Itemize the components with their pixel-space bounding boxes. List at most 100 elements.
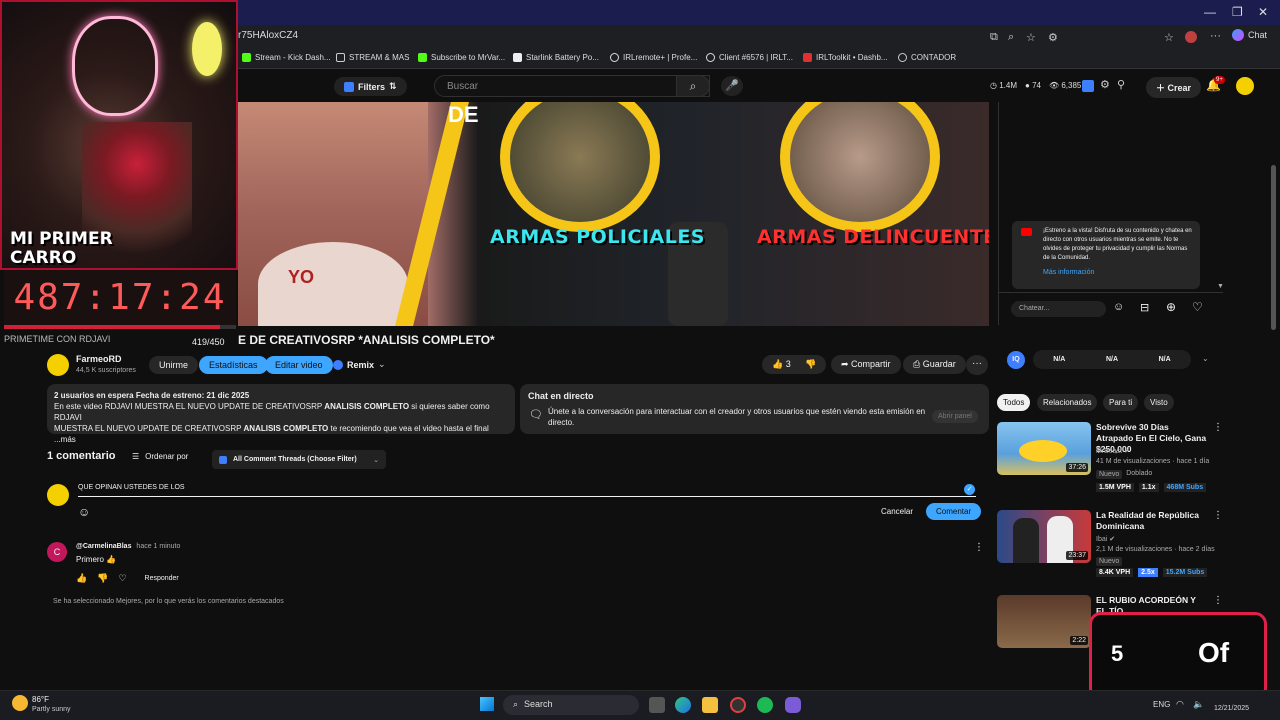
channel-name[interactable]: FarmeoRD	[76, 354, 122, 364]
copilot-button[interactable]: Chat	[1232, 29, 1267, 41]
collapse-icon[interactable]: ▼	[1217, 283, 1224, 290]
emoji-icon[interactable]: ☺	[78, 505, 90, 519]
heart-icon[interactable]: ♡	[118, 573, 126, 584]
comment-filter-select[interactable]: All Comment Threads (Choose Filter) ⌄	[212, 450, 386, 469]
minimize-icon[interactable]: —	[1204, 5, 1216, 19]
language-indicator[interactable]: ENG	[1153, 700, 1170, 709]
counter-overlay: 5 Of	[1089, 612, 1267, 700]
comment-menu-icon[interactable]: ⋮	[974, 542, 984, 553]
channel-avatar[interactable]	[47, 354, 69, 376]
edit-video-button[interactable]: Editar video	[265, 356, 333, 374]
search-input[interactable]: Buscar	[434, 75, 710, 97]
close-icon[interactable]: ✕	[1258, 5, 1268, 19]
spotify-icon[interactable]	[757, 697, 773, 713]
file-explorer-icon[interactable]	[702, 697, 718, 713]
comment-author[interactable]: @CarmelinaBlas	[76, 543, 131, 550]
iq-stats: 8.4K VPH 2.5x 15.2M Subs	[1096, 568, 1208, 577]
iq-icon[interactable]	[1082, 80, 1094, 92]
volume-icon[interactable]: 🔈	[1193, 699, 1204, 710]
neon-face-logo	[72, 16, 158, 116]
bookmark-item[interactable]: CONTADOR	[898, 53, 956, 62]
recommendation-item[interactable]: 37:26 Sobrevive 30 Días Atrapado En El C…	[997, 422, 1237, 502]
cancel-button[interactable]: Cancelar	[881, 507, 913, 516]
wifi-icon[interactable]: ◠	[1176, 699, 1184, 710]
extensions-icon[interactable]: ⚙	[1048, 31, 1058, 44]
submit-comment-button[interactable]: Comentar	[926, 503, 982, 520]
bookmark-item[interactable]: Starlink Battery Po...	[513, 53, 599, 62]
add-icon[interactable]: ⊕	[1166, 300, 1176, 314]
weather-temp[interactable]: 86°F	[32, 695, 49, 704]
favorite-icon[interactable]: ☆	[1026, 31, 1036, 44]
sort-button[interactable]: ☰ Ordenar por	[132, 452, 188, 461]
obs-icon[interactable]	[730, 697, 746, 713]
tab-related[interactable]: Relacionados	[1037, 394, 1098, 411]
analytics-button[interactable]: Estadísticas	[199, 356, 268, 374]
video-thumbnail[interactable]: 37:26	[997, 422, 1091, 475]
video-thumbnail[interactable]: 23:37	[997, 510, 1091, 563]
video-description[interactable]: 2 usuarios en espera Fecha de estreno: 2…	[47, 384, 515, 444]
profile-avatar[interactable]	[1185, 31, 1197, 43]
join-button[interactable]: Unirme	[149, 356, 199, 374]
date[interactable]: 12/21/2025	[1214, 705, 1249, 712]
tab-for-you[interactable]: Para ti	[1103, 394, 1139, 411]
reply-button[interactable]: Responder	[145, 575, 179, 582]
bookmark-item[interactable]: STREAM & MAS	[336, 53, 409, 62]
search-icon: ⌕	[513, 699, 519, 709]
filters-button[interactable]: Filters ⇅	[334, 77, 407, 96]
bookmark-item[interactable]: IRLToolkit • Dashb...	[803, 53, 888, 62]
emoji-icon[interactable]: ☺	[1113, 301, 1124, 313]
tab-watched[interactable]: Visto	[1144, 394, 1174, 411]
bookmark-item[interactable]: Stream - Kick Dash...	[242, 53, 331, 62]
avatar[interactable]: C	[47, 542, 67, 562]
item-menu-icon[interactable]: ⋮	[1213, 422, 1223, 433]
comment-input[interactable]: QUE OPINAN USTEDES DE LOS	[78, 484, 185, 491]
open-panel-button[interactable]: Abrir panel	[932, 410, 978, 423]
video-thumbnail[interactable]: 2:22	[997, 595, 1091, 648]
task-view-icon[interactable]	[649, 697, 665, 713]
recommendation-item[interactable]: 23:37 La Realidad de República Dominican…	[997, 510, 1237, 590]
tab-all[interactable]: Todos	[997, 394, 1031, 411]
maximize-icon[interactable]: ❐	[1232, 5, 1243, 19]
bookmark-item[interactable]: Subscribe to MrVar...	[418, 53, 505, 62]
weather-icon[interactable]	[12, 695, 28, 711]
discord-icon[interactable]	[785, 697, 801, 713]
share-button[interactable]: ➦ Compartir	[831, 355, 901, 374]
heart-icon[interactable]: ♡	[1192, 300, 1203, 314]
item-menu-icon[interactable]: ⋮	[1213, 595, 1223, 606]
super-chat-icon[interactable]: ⊟	[1140, 301, 1149, 314]
favorites-bar-icon[interactable]: ☆	[1164, 31, 1174, 44]
taskbar-search[interactable]: ⌕ Search	[503, 695, 639, 715]
item-menu-icon[interactable]: ⋮	[1213, 510, 1223, 521]
avatar[interactable]	[1236, 77, 1254, 95]
thumbs-up-icon[interactable]: 👍	[76, 573, 87, 584]
zoom-icon[interactable]: ⌕	[1008, 31, 1014, 44]
channel-name: Ibai ✔	[1096, 535, 1115, 543]
remix-button[interactable]: Remix ⌄	[333, 359, 386, 370]
scrollbar-thumb[interactable]	[1271, 165, 1276, 330]
windows-start-icon[interactable]	[480, 697, 494, 711]
channel-subscribers: 44,5 K suscriptores	[76, 367, 136, 374]
iq-icon[interactable]: IQ	[1007, 351, 1025, 369]
broadcast-icon[interactable]: ⚲	[1117, 78, 1125, 91]
open-in-app-icon[interactable]: ⧉	[990, 31, 998, 44]
more-actions-icon[interactable]: ···	[966, 355, 988, 375]
edge-icon[interactable]	[675, 697, 691, 713]
search-icon[interactable]: ⌕	[676, 75, 710, 97]
thumbs-up-icon[interactable]: 👍	[772, 359, 786, 369]
settings-icon[interactable]: ⚙	[1100, 78, 1110, 91]
comment-count: 1 comentario	[47, 450, 116, 462]
thumbs-down-icon[interactable]: 👎	[805, 359, 816, 369]
chat-input[interactable]: Chatear...	[1011, 301, 1106, 317]
bookmark-item[interactable]: IRLremote+ | Profe...	[610, 53, 697, 62]
video-player[interactable]: YO DE ARMAS POLICIALES ARMAS DELINCUENTE…	[238, 102, 989, 326]
url-text[interactable]: r75HAloxCZ4	[238, 30, 298, 41]
more-menu-icon[interactable]: ···	[1210, 30, 1221, 42]
microphone-icon[interactable]: 🎤	[721, 76, 743, 96]
save-button[interactable]: ⎙ Guardar	[903, 355, 966, 374]
more-info-link[interactable]: Más información	[1043, 269, 1094, 276]
bookmark-item[interactable]: Client #6576 | IRLT...	[706, 53, 793, 62]
video-text-top: DE	[448, 102, 479, 127]
create-button[interactable]: ＋ Crear	[1146, 77, 1202, 98]
chevron-down-icon[interactable]: ⌄	[1202, 354, 1209, 363]
thumbs-down-icon[interactable]: 👎	[97, 573, 108, 584]
